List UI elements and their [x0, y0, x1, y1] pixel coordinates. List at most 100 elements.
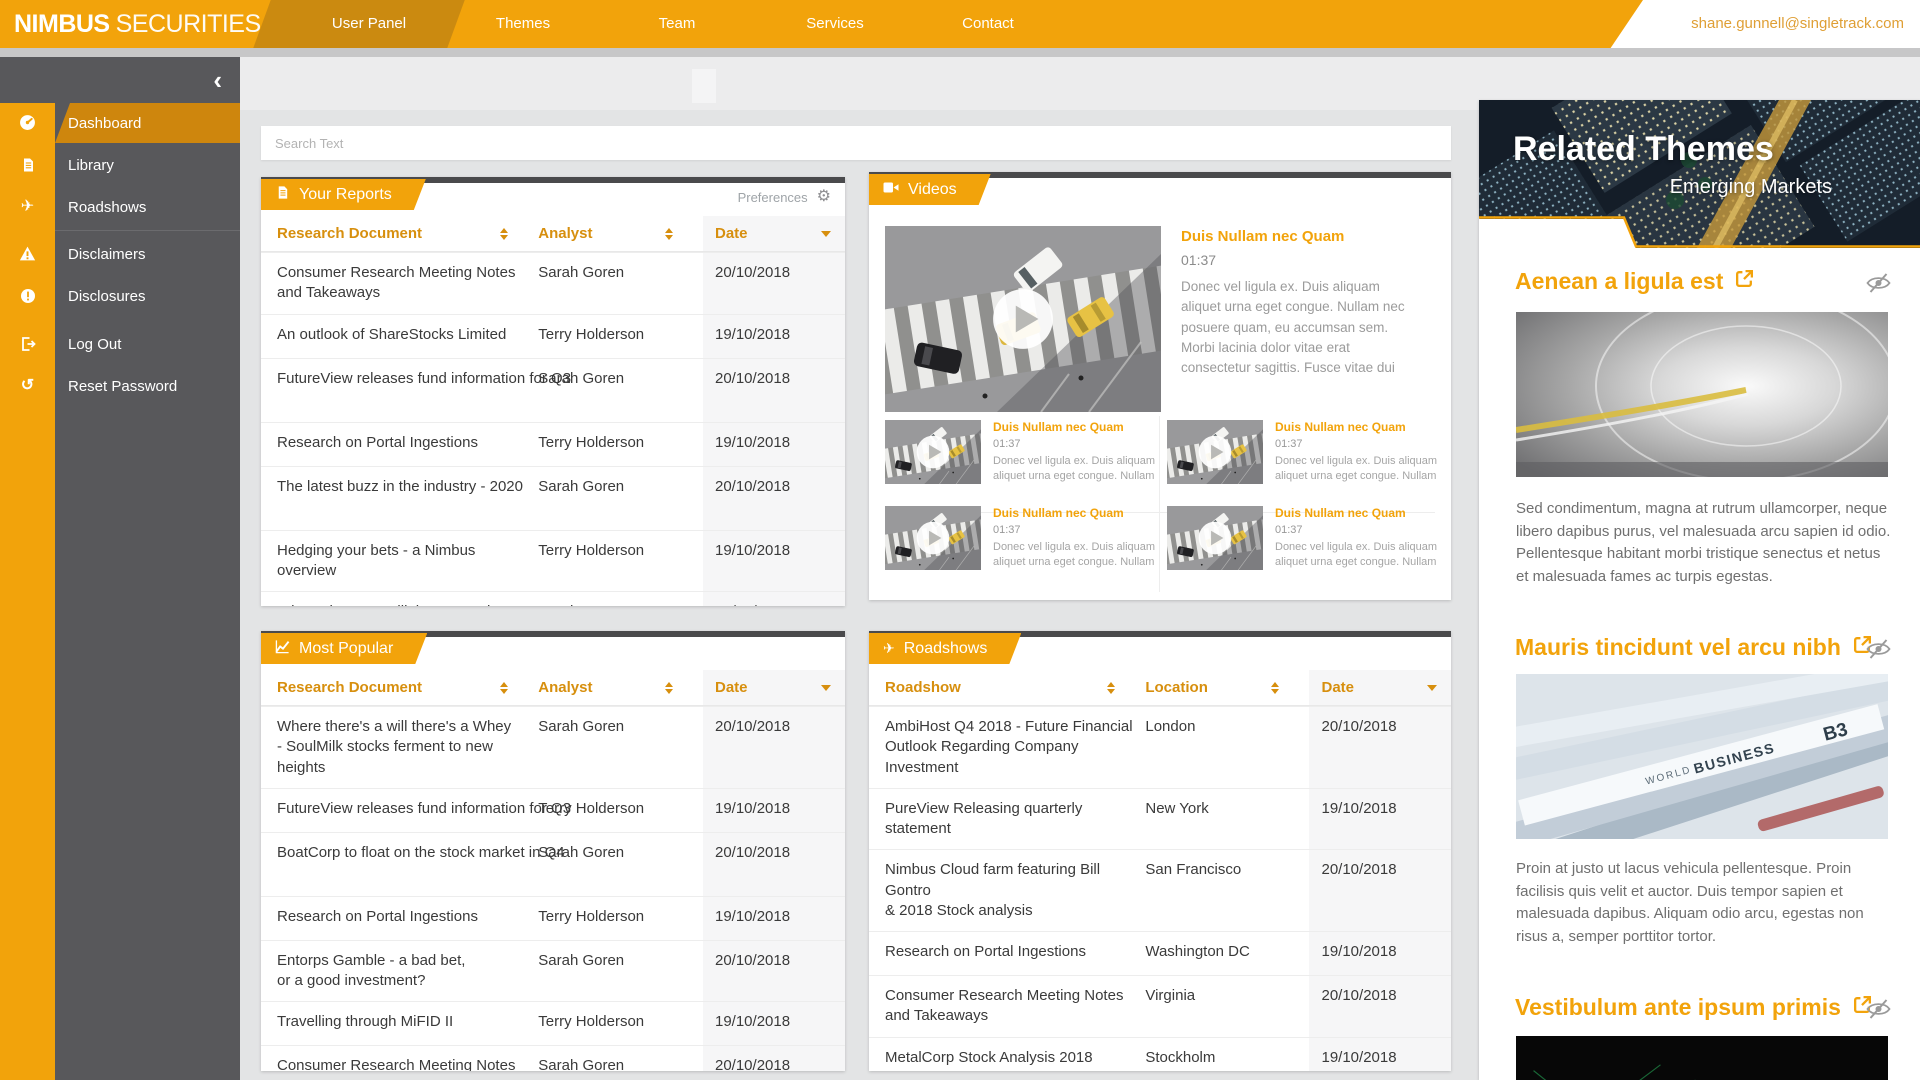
- column-header-date[interactable]: Date: [1309, 670, 1451, 705]
- table-row[interactable]: PureView Releasing quarterly statement N…: [869, 788, 1451, 850]
- table-row[interactable]: Nimbus Cloud farm featuring Bill Gontro …: [869, 849, 1451, 931]
- table-row[interactable]: Research on Portal Ingestions Terry Hold…: [261, 896, 845, 940]
- eye-slash-icon[interactable]: [1865, 998, 1892, 1025]
- column-header-date[interactable]: Date: [703, 670, 845, 705]
- preferences-button[interactable]: Preferences ⚙: [738, 189, 831, 205]
- report-title[interactable]: Travelling through MiFID II: [277, 1002, 538, 1045]
- column-header-date[interactable]: Date: [703, 216, 845, 251]
- nav-item-themes[interactable]: Themes: [496, 0, 550, 48]
- table-row[interactable]: Hedging your bets - a Nimbus overview Te…: [261, 530, 845, 592]
- report-title[interactable]: BoatCorp to float on the stock market in…: [277, 833, 538, 896]
- table-row[interactable]: Where there's a will there's a Whey - So…: [261, 591, 845, 606]
- featured-video-thumbnail[interactable]: [885, 226, 1161, 412]
- table-row[interactable]: Research on Portal Ingestions Washington…: [869, 931, 1451, 975]
- video-title[interactable]: Duis Nullam nec Quam: [1275, 420, 1441, 434]
- table-row[interactable]: Consumer Research Meeting Notes and Take…: [261, 1045, 845, 1071]
- roadshow-title[interactable]: Research on Portal Ingestions: [885, 932, 1145, 975]
- brand-logo[interactable]: NIMBUSSECURITIES: [14, 0, 261, 48]
- play-icon[interactable]: [915, 434, 951, 470]
- sidebar-item-disclaimers[interactable]: Disclaimers: [0, 234, 240, 274]
- report-title[interactable]: Where there's a will there's a Whey - So…: [277, 707, 538, 788]
- sort-icon[interactable]: [1107, 682, 1115, 694]
- video-title[interactable]: Duis Nullam nec Quam: [993, 420, 1159, 434]
- sidebar-item-log-out[interactable]: Log Out: [0, 324, 240, 364]
- report-title[interactable]: Research on Portal Ingestions: [277, 423, 538, 466]
- report-title[interactable]: An outlook of ShareStocks Limited: [277, 315, 538, 358]
- video-card[interactable]: Duis Nullam nec Quam 01:37 Donec vel lig…: [885, 506, 1159, 570]
- sidebar-item-roadshows[interactable]: ✈ Roadshows: [0, 187, 240, 227]
- collapse-sidebar-icon[interactable]: ‹: [213, 65, 222, 95]
- featured-video-title[interactable]: Duis Nullam nec Quam: [1181, 228, 1421, 245]
- video-thumbnail[interactable]: [1167, 506, 1263, 570]
- table-row[interactable]: Research on Portal Ingestions Terry Hold…: [261, 422, 845, 466]
- search-input[interactable]: [261, 126, 1451, 160]
- sort-icon[interactable]: [665, 682, 673, 694]
- newspaper-image[interactable]: WORLD BUSINESS B3: [1516, 674, 1888, 839]
- table-row[interactable]: Entorps Gamble - a bad bet, or a good in…: [261, 940, 845, 1002]
- report-title[interactable]: Hedging your bets - a Nimbus overview: [277, 531, 538, 592]
- sort-icon[interactable]: [500, 682, 508, 694]
- report-title[interactable]: Where there's a will there's a Whey - So…: [277, 592, 538, 606]
- column-header-location[interactable]: Location: [1145, 670, 1309, 705]
- column-header-roadshow[interactable]: Roadshow: [885, 670, 1145, 705]
- table-row[interactable]: The latest buzz in the industry - 2020 S…: [261, 466, 845, 530]
- theme-link-vestibulum[interactable]: Vestibulum ante ipsum primis: [1515, 994, 1873, 1021]
- sidebar-item-dashboard[interactable]: Dashboard: [0, 103, 240, 143]
- roadshow-title[interactable]: Nimbus Cloud farm featuring Bill Gontro …: [885, 850, 1145, 931]
- table-row[interactable]: Consumer Research Meeting Notes and Take…: [261, 252, 845, 314]
- table-row[interactable]: An outlook of ShareStocks Limited Terry …: [261, 314, 845, 358]
- report-title[interactable]: Consumer Research Meeting Notes and Take…: [277, 253, 538, 314]
- column-header-research-document[interactable]: Research Document: [277, 670, 538, 705]
- roadshow-title[interactable]: AmbiHost Q4 2018 - Future Financial Outl…: [885, 707, 1145, 788]
- network-image[interactable]: [1516, 1036, 1888, 1080]
- sort-icon[interactable]: [500, 228, 508, 240]
- sidebar-item-reset-password[interactable]: ↺ Reset Password: [0, 366, 240, 406]
- theme-link-aenean[interactable]: Aenean a ligula est: [1515, 268, 1755, 295]
- play-icon[interactable]: [915, 520, 951, 556]
- video-thumbnail[interactable]: [1167, 420, 1263, 484]
- play-icon[interactable]: [1197, 520, 1233, 556]
- sort-icon[interactable]: [1271, 682, 1279, 694]
- tunnel-image[interactable]: [1516, 312, 1888, 477]
- column-header-analyst[interactable]: Analyst: [538, 670, 703, 705]
- column-header-analyst[interactable]: Analyst: [538, 216, 703, 251]
- video-card[interactable]: Duis Nullam nec Quam 01:37 Donec vel lig…: [1167, 506, 1441, 570]
- user-email[interactable]: shane.gunnell@singletrack.com: [1691, 0, 1904, 48]
- nav-item-user-panel[interactable]: User Panel: [332, 0, 406, 48]
- nav-item-team[interactable]: Team: [659, 0, 696, 48]
- nav-item-contact[interactable]: Contact: [962, 0, 1014, 48]
- eye-slash-icon[interactable]: [1865, 272, 1892, 299]
- table-row[interactable]: AmbiHost Q4 2018 - Future Financial Outl…: [869, 706, 1451, 788]
- video-card[interactable]: Duis Nullam nec Quam 01:37 Donec vel lig…: [885, 420, 1159, 484]
- nav-item-services[interactable]: Services: [806, 0, 864, 48]
- sidebar-item-disclosures[interactable]: Disclosures: [0, 276, 240, 316]
- table-row[interactable]: FutureView releases fund information for…: [261, 358, 845, 422]
- roadshow-title[interactable]: Consumer Research Meeting Notes and Take…: [885, 976, 1145, 1037]
- table-row[interactable]: BoatCorp to float on the stock market in…: [261, 832, 845, 896]
- theme-link-mauris[interactable]: Mauris tincidunt vel arcu nibh: [1515, 634, 1873, 661]
- report-title[interactable]: FutureView releases fund information for…: [277, 359, 538, 422]
- play-icon[interactable]: [990, 286, 1056, 352]
- eye-slash-icon[interactable]: [1865, 638, 1892, 665]
- play-icon[interactable]: [1197, 434, 1233, 470]
- report-title[interactable]: FutureView releases fund information for…: [277, 789, 538, 832]
- video-thumbnail[interactable]: [885, 420, 981, 484]
- video-title[interactable]: Duis Nullam nec Quam: [1275, 506, 1441, 520]
- video-thumbnail[interactable]: [885, 506, 981, 570]
- roadshow-title[interactable]: MetalCorp Stock Analysis 2018: [885, 1038, 1145, 1072]
- report-title[interactable]: Research on Portal Ingestions: [277, 897, 538, 940]
- video-card[interactable]: Duis Nullam nec Quam 01:37 Donec vel lig…: [1167, 420, 1441, 484]
- sort-icon[interactable]: [665, 228, 673, 240]
- report-title[interactable]: Consumer Research Meeting Notes and Take…: [277, 1046, 538, 1071]
- report-title[interactable]: The latest buzz in the industry - 2020: [277, 467, 538, 530]
- table-row[interactable]: Consumer Research Meeting Notes and Take…: [869, 975, 1451, 1037]
- table-row[interactable]: Travelling through MiFID II Terry Holder…: [261, 1001, 845, 1045]
- roadshow-title[interactable]: PureView Releasing quarterly statement: [885, 789, 1145, 850]
- table-row[interactable]: Where there's a will there's a Whey - So…: [261, 706, 845, 788]
- table-row[interactable]: MetalCorp Stock Analysis 2018 Stockholm …: [869, 1037, 1451, 1072]
- sidebar-item-library[interactable]: Library: [0, 145, 240, 185]
- video-title[interactable]: Duis Nullam nec Quam: [993, 506, 1159, 520]
- table-row[interactable]: FutureView releases fund information for…: [261, 788, 845, 832]
- column-header-research-document[interactable]: Research Document: [277, 216, 538, 251]
- report-title[interactable]: Entorps Gamble - a bad bet, or a good in…: [277, 941, 538, 1002]
